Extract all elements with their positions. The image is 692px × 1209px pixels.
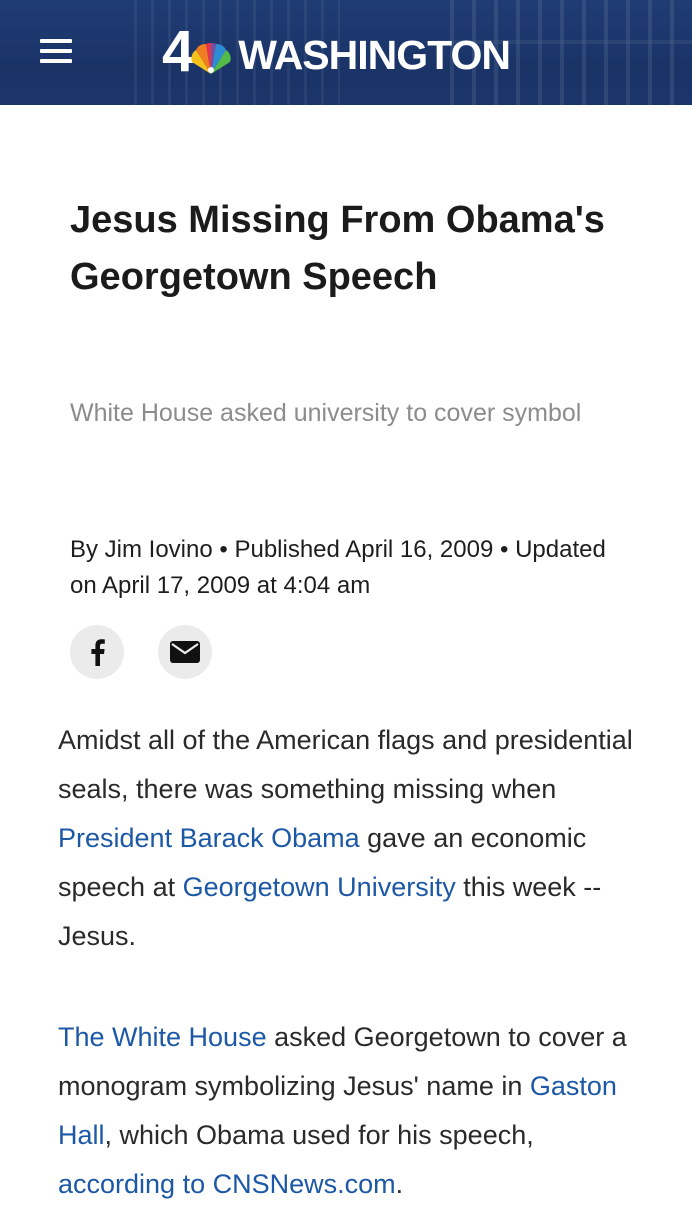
email-icon: [170, 641, 200, 663]
nbc-peacock-icon: [191, 42, 231, 74]
byline-separator: •: [212, 536, 235, 563]
paragraph-text: .: [395, 1169, 404, 1199]
byline-published: Published April 16, 2009: [234, 536, 494, 563]
paragraph-text: Amidst all of the American flags and pre…: [58, 725, 633, 804]
hamburger-menu-icon[interactable]: [40, 37, 74, 65]
facebook-share-button[interactable]: [70, 625, 124, 679]
article-paragraph: The White House asked Georgetown to cove…: [58, 1013, 648, 1209]
link-the-white-house[interactable]: The White House: [58, 1022, 267, 1052]
article-byline: By Jim Iovino • Published April 16, 2009…: [70, 532, 630, 604]
link-georgetown-university[interactable]: Georgetown University: [183, 872, 456, 902]
nbc4-washington-logo[interactable]: 4 WASHINGTON: [162, 22, 511, 82]
article-subtitle: White House asked university to cover sy…: [70, 399, 582, 427]
byline-author: By Jim Iovino: [70, 536, 213, 563]
site-header: 4 WASHINGTON: [0, 0, 692, 105]
logo-wordmark: WASHINGTON: [238, 32, 511, 78]
link-president-barack-obama[interactable]: President Barack Obama: [58, 823, 360, 853]
link-cnsnews[interactable]: according to CNSNews.com: [58, 1169, 396, 1199]
byline-separator: •: [493, 536, 516, 563]
email-share-button[interactable]: [158, 625, 212, 679]
paragraph-text: , which Obama used for his speech,: [104, 1120, 534, 1150]
article-paragraph: Amidst all of the American flags and pre…: [58, 716, 648, 961]
facebook-icon: [91, 639, 105, 666]
article-title: Jesus Missing From Obama's Georgetown Sp…: [70, 199, 605, 298]
